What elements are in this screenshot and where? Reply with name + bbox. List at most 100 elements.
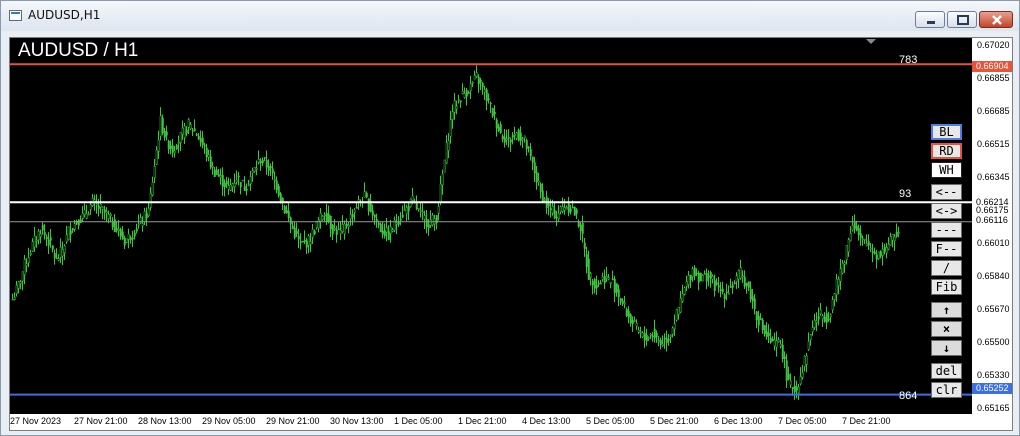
candle-body xyxy=(345,223,348,227)
candle-body xyxy=(459,100,462,103)
line-both-button[interactable]: <-> xyxy=(931,203,962,219)
candle-body xyxy=(831,299,834,311)
candle-body xyxy=(399,218,402,221)
candle-body xyxy=(449,119,452,137)
candle-body xyxy=(83,209,86,216)
candle-body xyxy=(663,337,666,340)
fibonacci-button[interactable]: Fib xyxy=(931,279,962,295)
candle-body xyxy=(263,157,266,159)
blue-line-button[interactable]: BL xyxy=(931,124,962,140)
candle-body xyxy=(221,175,224,187)
candle-body xyxy=(611,278,614,280)
candle-body xyxy=(255,167,258,170)
candle-body xyxy=(647,337,650,339)
candle-body xyxy=(627,310,630,318)
white-line-button[interactable]: WH xyxy=(931,162,962,178)
candle-body xyxy=(661,343,664,347)
candle-body xyxy=(129,237,132,240)
candle-body xyxy=(461,90,464,94)
arrow-down-button[interactable]: ↓ xyxy=(931,340,962,356)
candle-body xyxy=(897,232,900,234)
candle-body xyxy=(775,340,778,348)
candle-body xyxy=(675,308,678,321)
price-tick: 0.67020 xyxy=(977,40,1010,50)
candle-body xyxy=(587,258,590,280)
price-tick: 0.66010 xyxy=(977,238,1010,248)
candle-body xyxy=(271,168,274,174)
candle-body xyxy=(421,211,424,214)
candle-body xyxy=(761,319,764,331)
time-tick: 1 Dec 05:00 xyxy=(394,416,443,426)
candle-body xyxy=(827,318,830,321)
candle-body xyxy=(709,272,712,279)
candle-body xyxy=(373,214,376,218)
candle-body xyxy=(87,213,90,216)
candle-body xyxy=(71,228,74,231)
price-axis[interactable]: 0.67020 0.66855 0.66685 0.66515 0.66345 … xyxy=(972,38,1012,430)
candle-body xyxy=(623,302,626,305)
candle-body xyxy=(767,332,770,337)
candle-body xyxy=(733,282,736,284)
candle-body xyxy=(275,180,278,190)
chart-area[interactable]: AUDUSD / H1 783 93 864 BL RD WH <-- <-> … xyxy=(9,37,1013,431)
candle-body xyxy=(241,179,244,182)
candle-body xyxy=(635,322,638,327)
clr-button[interactable]: clr xyxy=(931,382,962,398)
red-line-price-tag: 0.66904 xyxy=(972,61,1012,72)
candle-body xyxy=(741,275,744,277)
line-left-button[interactable]: <-- xyxy=(931,184,962,200)
candle-body xyxy=(547,203,550,207)
candle-body xyxy=(235,179,238,183)
close-button[interactable] xyxy=(979,11,1013,28)
time-axis[interactable]: 27 Nov 2023 27 Nov 21:00 28 Nov 13:00 29… xyxy=(10,414,974,430)
candle-body xyxy=(277,185,280,196)
minimize-button[interactable] xyxy=(915,11,945,28)
candle-body xyxy=(443,159,446,173)
candle-body xyxy=(801,372,804,378)
arrow-up-button[interactable]: ↑ xyxy=(931,302,962,318)
candle-body xyxy=(243,185,246,192)
candle-body xyxy=(569,208,572,212)
price-tick: 0.66685 xyxy=(977,106,1010,116)
candle-body xyxy=(293,227,296,238)
candle-body xyxy=(189,124,192,130)
candle-body xyxy=(873,251,876,254)
candle-body xyxy=(127,233,130,240)
candle-body xyxy=(749,288,752,300)
candle-body xyxy=(543,199,546,201)
candle-body xyxy=(725,291,728,293)
title-bar[interactable]: AUDUSD,H1 xyxy=(1,1,1019,31)
candle-body xyxy=(703,273,706,275)
candle-body xyxy=(13,297,16,300)
price-chart-canvas[interactable] xyxy=(10,38,974,416)
candle-body xyxy=(143,211,146,223)
candle-body xyxy=(175,144,178,150)
delete-x-button[interactable]: × xyxy=(931,321,962,337)
del-button[interactable]: del xyxy=(931,363,962,379)
candle-body xyxy=(713,280,716,291)
candle-body xyxy=(273,179,276,181)
candle-body xyxy=(15,284,18,294)
fib-dash-button[interactable]: F-- xyxy=(931,241,962,257)
red-line-button[interactable]: RD xyxy=(931,143,962,159)
candle-body xyxy=(491,107,494,117)
candle-body xyxy=(671,327,674,335)
line-dash-button[interactable]: --- xyxy=(931,222,962,238)
candle-body xyxy=(285,210,288,214)
candle-body xyxy=(783,356,786,360)
trendline-button[interactable]: / xyxy=(931,260,962,276)
candle-body xyxy=(55,257,58,260)
candle-body xyxy=(727,292,730,295)
candle-body xyxy=(155,149,158,165)
restore-button[interactable] xyxy=(947,11,977,28)
candle-body xyxy=(523,135,526,138)
candle-body xyxy=(425,219,428,228)
candle-body xyxy=(287,211,290,219)
candle-body xyxy=(463,93,466,99)
candle-body xyxy=(481,82,484,88)
candle-body xyxy=(295,231,298,234)
candle-body xyxy=(213,169,216,177)
candle-body xyxy=(473,75,476,80)
candle-body xyxy=(383,230,386,237)
candle-body xyxy=(649,333,652,336)
